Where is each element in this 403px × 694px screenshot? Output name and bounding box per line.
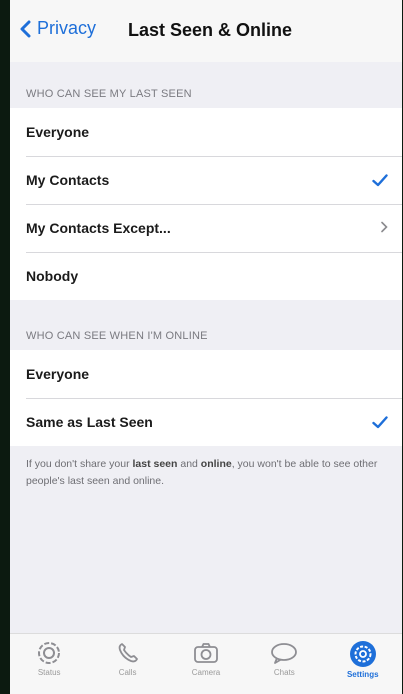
chat-bubble-icon [271,643,298,664]
last-seen-option-nobody[interactable]: Nobody [10,252,402,300]
camera-icon [194,643,218,663]
option-label: Everyone [26,124,90,140]
back-label: Privacy [37,18,97,38]
option-label: Same as Last Seen [26,414,153,430]
tab-label: Chats [273,668,295,677]
last-seen-option-everyone[interactable]: Everyone [10,108,402,156]
chevron-left-icon [20,20,31,37]
tab-label: Camera [191,668,221,677]
gear-icon [349,641,376,667]
privacy-footer-note: If you don't share your last seen and on… [10,446,402,490]
page-title: Last Seen & Online [128,20,293,40]
phone-icon [118,643,138,663]
online-section-header: WHO CAN SEE WHEN I'M ONLINE [26,330,208,342]
note-text-2: and [177,458,201,470]
checkmark-icon [372,173,388,187]
status-icon [38,642,61,664]
tab-calls[interactable]: Calls [93,640,163,677]
checkmark-icon [372,415,388,429]
last-seen-option-my-contacts[interactable]: My Contacts [10,156,402,204]
tab-label: Settings [346,670,379,679]
last-seen-section-header: WHO CAN SEE MY LAST SEEN [26,88,192,100]
online-option-everyone[interactable]: Everyone [10,350,402,398]
last-seen-options: Everyone My Contacts My Contacts Except.… [10,108,402,300]
note-text-1: If you don't share your [26,458,133,470]
settings-screen: Privacy Last Seen & Online WHO CAN SEE M… [10,0,402,694]
tab-chats[interactable]: Chats [249,640,319,677]
navigation-bar: Privacy Last Seen & Online [10,0,402,62]
note-bold-online: online [200,458,232,470]
option-label: Nobody [26,268,79,284]
chevron-right-icon [380,220,388,236]
last-seen-option-my-contacts-except[interactable]: My Contacts Except... [10,204,402,252]
note-bold-last-seen: last seen [132,458,178,470]
online-option-same-as-last-seen[interactable]: Same as Last Seen [10,398,402,446]
tab-settings[interactable]: Settings [328,640,398,679]
tab-camera[interactable]: Camera [171,640,241,677]
option-label: Everyone [26,366,90,382]
back-button[interactable]: Privacy [20,18,96,39]
option-label: My Contacts [26,172,110,188]
tab-bar: Status Calls Camera Chats Settings [10,633,402,694]
tab-status[interactable]: Status [14,640,84,677]
option-label: My Contacts Except... [26,220,171,236]
online-options: Everyone Same as Last Seen [10,350,402,446]
tab-label: Calls [118,668,137,677]
tab-label: Status [37,668,61,677]
